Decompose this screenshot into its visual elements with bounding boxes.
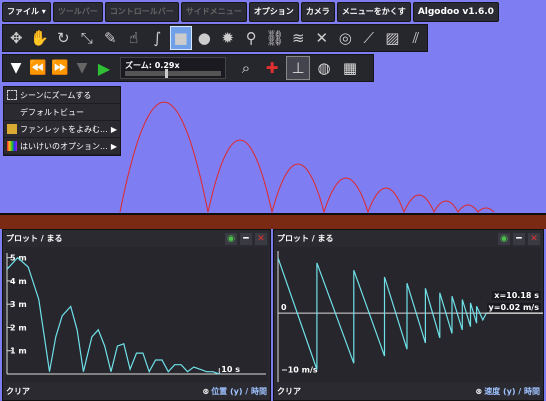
rotate-icon[interactable]: ↻ xyxy=(52,26,75,50)
clear-button[interactable]: クリア xyxy=(277,386,301,397)
ball-trail xyxy=(119,101,495,214)
clear-button[interactable]: クリア xyxy=(6,386,30,397)
app-title: Algodoo v1.6.0 xyxy=(412,2,499,22)
close-icon[interactable]: ✕ xyxy=(255,233,267,245)
zoom-control[interactable]: ズーム: 0.29x xyxy=(120,57,226,79)
dropdown-icon[interactable]: ▼ xyxy=(72,57,92,79)
move-icon[interactable]: ✥ xyxy=(5,26,28,50)
close-icon[interactable]: ✕ xyxy=(528,233,540,245)
circle-icon[interactable]: ● xyxy=(193,26,216,50)
grab-icon[interactable]: ✋ xyxy=(29,26,52,50)
rope-icon[interactable]: ∫ xyxy=(146,26,169,50)
submenu-arrow-icon: ▶ xyxy=(110,124,117,134)
gear-icon[interactable]: ✹ xyxy=(217,26,240,50)
x-tick-label: 10 s xyxy=(221,365,240,374)
panel-footer: クリア ⊗ 速度 (y) / 時間 xyxy=(274,382,543,400)
menu-item-default-view[interactable]: デフォルトビュー xyxy=(4,104,120,121)
zoom-slider-knob[interactable] xyxy=(165,69,169,78)
position-series xyxy=(6,256,220,375)
y-zero-label: 0 xyxy=(281,303,287,312)
scale-icon[interactable]: ⤡ xyxy=(76,26,99,50)
hide-menu-button[interactable]: メニューをかくす xyxy=(336,2,411,22)
side-menu: シーンにズームする デフォルトビュー ファンレットをよみむ... ▶ はいけいの… xyxy=(3,86,121,156)
thruster-icon[interactable]: ◎ xyxy=(334,26,357,50)
texture-icon[interactable]: ▨ xyxy=(381,26,404,50)
menu-item-label: はいけいのオプション... xyxy=(20,141,108,151)
position-plot: 5 m4 m3 m2 m1 m10 s xyxy=(6,253,266,375)
axis-swap-icon: ⊗ xyxy=(202,386,210,396)
y-tick-label: 3 m xyxy=(10,300,27,309)
collapse-icon[interactable]: ▼ xyxy=(6,57,26,79)
menu-item-label: ファンレットをよみむ... xyxy=(20,124,108,134)
y-tick-label: −10 m/s xyxy=(281,366,318,375)
controlbar-menu[interactable]: コントロールバー xyxy=(104,2,179,22)
spring-icon[interactable]: ≋ xyxy=(287,26,310,50)
eye-icon[interactable]: ◉ xyxy=(498,233,510,245)
velocity-series xyxy=(277,257,487,370)
fixate-icon[interactable]: ✕ xyxy=(311,26,334,50)
menu-item-load-palette[interactable]: ファンレットをよみむ... ▶ xyxy=(4,121,120,138)
zoom-track[interactable] xyxy=(125,71,221,76)
axis-swap-icon: ⊗ xyxy=(475,386,483,396)
tool-bar: ✥ ✋ ↻ ⤡ ✎ ☝ ∫ ■ ● ✹ ⚲ ⛓ ≋ ✕ ◎ ⟋ ▨ ⫽ xyxy=(2,24,428,52)
rewind-icon[interactable]: ⏪ xyxy=(28,57,48,79)
panel-controls: ◉ ━ ✕ xyxy=(498,233,540,245)
zoom-label: ズーム: 0.29x xyxy=(125,61,180,70)
axis-label: 速度 (y) / 時間 xyxy=(484,386,540,396)
plot-area[interactable]: 0 −10 m/s x=10.18 s y=0.02 m/s xyxy=(276,247,543,382)
camera-menu[interactable]: カメラ xyxy=(300,2,335,22)
y-tick-label: 2 m xyxy=(10,323,27,332)
zoom-icon[interactable]: ⌕ xyxy=(234,56,258,80)
grid-icon[interactable]: ▦ xyxy=(338,56,362,80)
menu-item-zoom-scene[interactable]: シーンにズームする xyxy=(4,87,120,104)
chain-icon[interactable]: ⛓ xyxy=(264,26,287,50)
menu-item-label: デフォルトビュー xyxy=(20,107,84,117)
submenu-arrow-icon: ▶ xyxy=(110,141,117,151)
axis-selector[interactable]: ⊗ 位置 (y) / 時間 xyxy=(202,386,267,397)
forward-icon[interactable]: ⏩ xyxy=(50,57,70,79)
y-tick-label: 4 m xyxy=(10,277,27,286)
file-menu[interactable]: ファイル ▾ xyxy=(2,2,51,22)
axis-label: 位置 (y) / 時間 xyxy=(211,386,267,396)
options-menu[interactable]: オプション xyxy=(248,2,299,22)
panel-title: プロット / まる xyxy=(6,234,63,243)
menu-item-label: シーンにズームする xyxy=(20,90,92,100)
zoom-scene-icon xyxy=(7,90,17,100)
menu-bar: ファイル ▾ ツールバー コントロールバー サイドメニュー オプション カメラ … xyxy=(2,2,499,22)
minimize-icon[interactable]: ━ xyxy=(240,233,252,245)
box-icon[interactable]: ■ xyxy=(169,26,193,50)
plot-area[interactable]: 5 m4 m3 m2 m1 m 10 s xyxy=(5,247,268,382)
sketch-icon[interactable]: ✎ xyxy=(99,26,122,50)
grid-snap-icon[interactable]: ⊥ xyxy=(286,56,310,80)
folder-icon xyxy=(7,124,17,134)
plot-panel-velocity[interactable]: プロット / まる ◉ ━ ✕ 0 −10 m/s x=10.18 s y=0.0… xyxy=(273,229,544,401)
eye-icon[interactable]: ◉ xyxy=(225,233,237,245)
y-tick-label: 1 m xyxy=(10,347,27,356)
pen-icon[interactable]: ⟋ xyxy=(358,26,381,50)
simulation-bar: ▼ ⏪ ⏩ ▼ ▶ ズーム: 0.29x ⌕ ✚ ⊥ ◍ ▦ xyxy=(2,54,374,82)
drag-icon[interactable]: ☝ xyxy=(123,26,146,50)
axis-selector[interactable]: ⊗ 速度 (y) / 時間 xyxy=(475,386,540,397)
readout-x: x=10.18 s xyxy=(492,291,541,300)
rainbow-icon xyxy=(7,141,17,151)
center-icon[interactable]: ✚ xyxy=(260,56,284,80)
readout-y: y=0.02 m/s xyxy=(486,303,541,312)
hinge-icon[interactable]: ⚲ xyxy=(240,26,263,50)
panel-footer: クリア ⊗ 位置 (y) / 時間 xyxy=(3,382,270,400)
plot-panel-position[interactable]: プロット / まる ◉ ━ ✕ 5 m4 m3 m2 m1 m 10 s クリア … xyxy=(2,229,271,401)
toolbar-menu[interactable]: ツールバー xyxy=(52,2,103,22)
laser-icon[interactable]: ⫽ xyxy=(405,26,428,50)
gravity-icon[interactable]: ◍ xyxy=(312,56,336,80)
ground-plane xyxy=(0,213,546,229)
play-button[interactable]: ▶ xyxy=(94,57,114,79)
panel-controls: ◉ ━ ✕ xyxy=(225,233,267,245)
minimize-icon[interactable]: ━ xyxy=(513,233,525,245)
velocity-plot: 0 −10 m/s xyxy=(277,251,543,382)
menu-item-background-options[interactable]: はいけいのオプション... ▶ xyxy=(4,138,120,155)
panel-title: プロット / まる xyxy=(277,234,334,243)
sidemenu-menu[interactable]: サイドメニュー xyxy=(180,2,247,22)
